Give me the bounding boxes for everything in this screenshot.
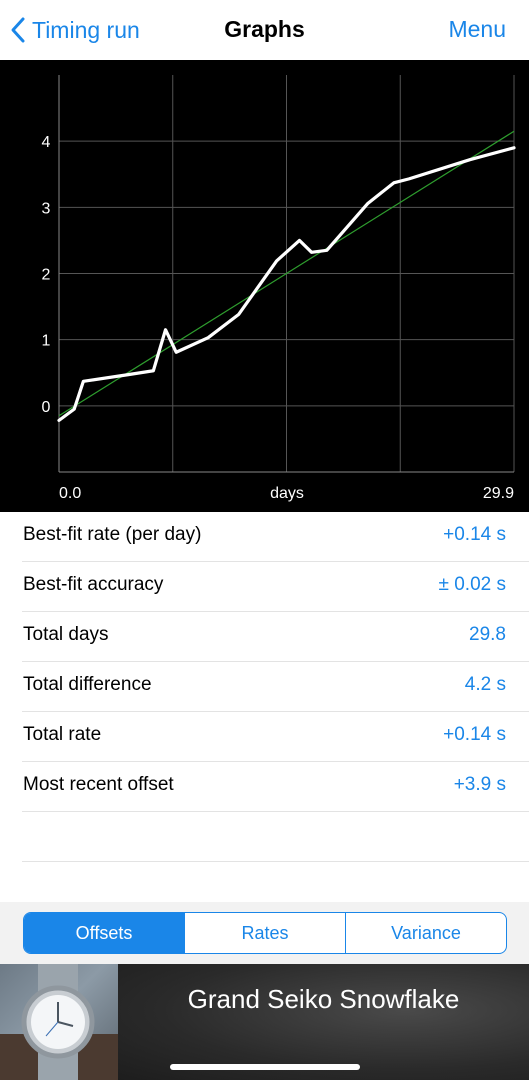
stat-row-total-days: Total days 29.8 bbox=[22, 612, 529, 662]
banner-background bbox=[118, 964, 529, 1080]
x-axis-label: days bbox=[270, 485, 304, 502]
segment-variance[interactable]: Variance bbox=[345, 913, 506, 953]
stat-row-total-rate: Total rate +0.14 s bbox=[22, 712, 529, 762]
offset-point bbox=[366, 202, 370, 205]
graph-type-bar: Offsets Rates Variance bbox=[0, 902, 529, 964]
offset-point bbox=[206, 336, 210, 339]
graph-type-segmented-control: Offsets Rates Variance bbox=[23, 912, 507, 954]
stat-value: ± 0.02 s bbox=[438, 574, 506, 595]
offset-point bbox=[325, 249, 329, 252]
offset-point bbox=[174, 351, 178, 354]
banner-title: Grand Seiko Snowflake bbox=[187, 984, 460, 1014]
y-tick-label: 4 bbox=[42, 134, 51, 151]
stat-label: Best-fit rate (per day) bbox=[23, 524, 202, 545]
menu-button[interactable]: Menu bbox=[448, 16, 506, 43]
offset-point bbox=[275, 259, 278, 263]
offset-point bbox=[468, 158, 472, 161]
stats-list: Best-fit rate (per day) +0.14 s Best-fit… bbox=[0, 512, 529, 862]
segment-rates[interactable]: Rates bbox=[184, 913, 345, 953]
offset-point bbox=[82, 380, 85, 383]
stat-value: 4.2 s bbox=[464, 674, 506, 695]
stat-value: +3.9 s bbox=[453, 774, 506, 795]
offset-point bbox=[298, 239, 301, 242]
offset-point bbox=[512, 146, 516, 149]
stat-label: Best-fit accuracy bbox=[23, 574, 164, 595]
stat-label: Total rate bbox=[23, 724, 102, 745]
stat-row-total-difference: Total difference 4.2 s bbox=[22, 662, 529, 712]
stat-value: +0.14 s bbox=[443, 724, 506, 745]
offset-point bbox=[237, 313, 240, 316]
stat-value: 29.8 bbox=[469, 624, 506, 645]
stat-label: Total days bbox=[23, 624, 109, 645]
home-indicator[interactable] bbox=[170, 1064, 360, 1070]
x-tick-label-start: 0.0 bbox=[59, 485, 81, 502]
offset-point bbox=[407, 177, 411, 181]
offset-point bbox=[73, 407, 76, 411]
stat-value: +0.14 s bbox=[443, 524, 506, 545]
offset-chart-plot: 0 1 2 3 4 0.0 days 29.9 bbox=[42, 75, 516, 502]
offset-point bbox=[57, 419, 61, 422]
y-tick-label: 3 bbox=[42, 200, 51, 217]
wristwatch-image bbox=[0, 964, 118, 1080]
watch-banner[interactable]: Grand Seiko Snowflake bbox=[0, 964, 529, 1080]
segment-offsets[interactable]: Offsets bbox=[24, 913, 184, 953]
stat-row-empty bbox=[22, 812, 529, 862]
offset-point bbox=[152, 369, 155, 372]
offset-point bbox=[392, 181, 395, 185]
stat-label: Total difference bbox=[23, 674, 152, 695]
watch-photo bbox=[0, 964, 118, 1080]
y-tick-label: 2 bbox=[42, 267, 51, 284]
offset-point bbox=[164, 328, 167, 331]
offset-point bbox=[310, 251, 313, 254]
navigation-bar: Timing run Graphs Menu bbox=[0, 0, 529, 60]
stat-row-best-fit-accuracy: Best-fit accuracy ± 0.02 s bbox=[22, 562, 529, 612]
x-tick-label-end: 29.9 bbox=[483, 485, 514, 502]
stat-row-most-recent-offset: Most recent offset +3.9 s bbox=[22, 762, 529, 812]
stat-row-best-fit-rate: Best-fit rate (per day) +0.14 s bbox=[22, 512, 529, 562]
offset-point bbox=[126, 373, 129, 376]
y-tick-label: 0 bbox=[42, 399, 51, 416]
y-tick-label: 1 bbox=[42, 333, 51, 350]
stat-label: Most recent offset bbox=[23, 774, 174, 795]
offset-chart: 0 1 2 3 4 0.0 days 29.9 bbox=[0, 60, 529, 512]
